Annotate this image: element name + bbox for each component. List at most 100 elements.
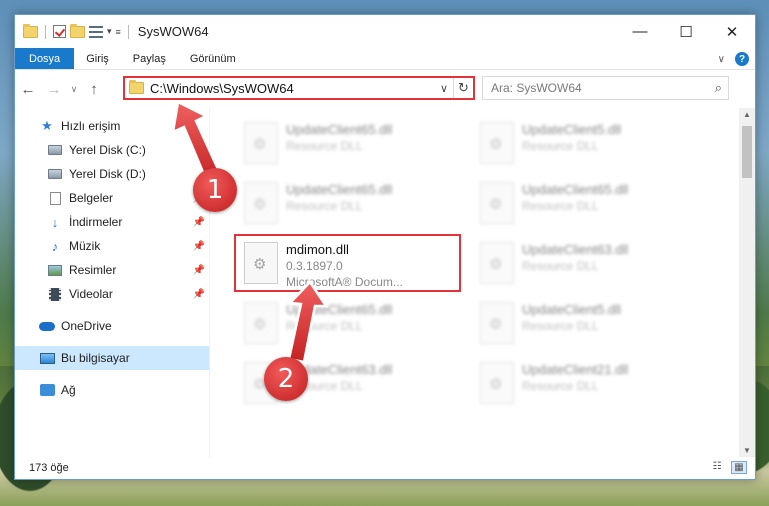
content-area: ★ Hızlı erişim Yerel Disk (C:) Yerel Dis… <box>15 108 755 457</box>
tab-paylas[interactable]: Paylaş <box>121 48 178 69</box>
sidebar-item-network[interactable]: Ağ <box>15 378 209 402</box>
customize-icon[interactable] <box>89 25 103 38</box>
expand-ribbon-icon[interactable]: ∨ <box>718 54 725 65</box>
sidebar-item-pictures[interactable]: Resimler 📌 <box>15 258 209 282</box>
dll-file-icon <box>244 182 278 224</box>
up-arrow-icon[interactable]: ↑ <box>81 81 107 98</box>
sidebar-item-quick-access[interactable]: ★ Hızlı erişim <box>15 114 209 138</box>
disk-icon <box>47 143 63 157</box>
sidebar-item-downloads[interactable]: ↓ İndirmeler 📌 <box>15 210 209 234</box>
recent-locations-icon[interactable]: ∨ <box>67 84 81 95</box>
sidebar-item-disk-d[interactable]: Yerel Disk (D:) <box>15 162 209 186</box>
sidebar-item-label: İndirmeler <box>69 215 123 229</box>
file-description: Resource DLL <box>286 319 363 333</box>
downloads-icon: ↓ <box>51 214 59 230</box>
videos-icon <box>47 287 63 301</box>
vertical-scrollbar[interactable]: ▲ ▼ <box>739 108 755 457</box>
file-description: Resource DLL <box>522 259 599 273</box>
file-name: UpdateClient65.dll <box>286 302 393 317</box>
dll-file-icon <box>480 362 514 404</box>
window-controls: — ☐ ✕ <box>617 15 755 48</box>
dll-file-icon <box>480 182 514 224</box>
file-tile[interactable]: UpdateClient5.dll Resource DLL <box>472 116 704 172</box>
sidebar-item-label: Müzik <box>69 239 101 253</box>
close-button[interactable]: ✕ <box>709 15 755 48</box>
scroll-down-icon[interactable]: ▼ <box>739 446 755 455</box>
tab-dosya[interactable]: Dosya <box>15 48 75 69</box>
dll-file-icon <box>480 122 514 164</box>
file-tile[interactable]: UpdateClient65.dll Resource DLL <box>236 176 468 232</box>
sidebar-item-music[interactable]: ♪ Müzik 📌 <box>15 234 209 258</box>
title-bar: ▾ ≡ SysWOW64 — ☐ ✕ <box>15 15 755 48</box>
address-bar[interactable]: C:\Windows\SysWOW64 ∨ ↻ <box>123 76 475 100</box>
address-path[interactable]: C:\Windows\SysWOW64 <box>150 81 435 96</box>
sidebar-item-label: Resimler <box>69 263 117 277</box>
sidebar-item-label: Bu bilgisayar <box>61 351 130 365</box>
pin-icon: 📌 <box>192 216 205 228</box>
tab-gorunum[interactable]: Görünüm <box>178 48 248 69</box>
details-view-icon[interactable]: ☷ <box>709 461 725 474</box>
file-tile[interactable]: UpdateClient65.dll Resource DLL <box>236 296 468 352</box>
refresh-icon[interactable]: ↻ <box>453 78 473 98</box>
tab-giris[interactable]: Giriş <box>74 48 121 69</box>
dll-file-icon <box>480 302 514 344</box>
file-description: Resource DLL <box>286 199 363 213</box>
this-pc-icon <box>39 351 55 365</box>
music-icon: ♪ <box>51 238 59 254</box>
forward-arrow-icon[interactable]: → <box>41 81 67 98</box>
sidebar-item-documents[interactable]: Belgeler 📌 <box>15 186 209 210</box>
quick-access-menu-icon[interactable]: ≡ <box>116 27 121 37</box>
file-tile[interactable]: UpdateClient65.dll Resource DLL <box>472 176 704 232</box>
tiles-view-icon[interactable]: ▦ <box>731 461 747 474</box>
maximize-button[interactable]: ☐ <box>663 15 709 48</box>
sidebar-item-videos[interactable]: Videolar 📌 <box>15 282 209 306</box>
chevron-down-icon[interactable]: ∨ <box>435 82 453 95</box>
ribbon-right: ∨ ? <box>718 48 749 70</box>
pin-icon: 📌 <box>192 288 205 300</box>
pin-icon: 📌 <box>192 264 205 276</box>
file-name: UpdateClient5.dll <box>522 302 622 317</box>
file-tile[interactable]: UpdateClient65.dll Resource DLL <box>236 116 468 172</box>
search-placeholder: Ara: SysWOW64 <box>491 81 582 95</box>
callout-badge-2: 2 <box>264 357 308 401</box>
chevron-down-icon[interactable]: ▾ <box>107 26 112 37</box>
file-name: UpdateClient21.dll <box>522 362 629 377</box>
explorer-window: ▾ ≡ SysWOW64 — ☐ ✕ Dosya Giriş Paylaş Gö… <box>14 14 756 480</box>
back-arrow-icon[interactable]: ← <box>15 81 41 98</box>
file-description: Resource DLL <box>522 139 599 153</box>
properties-check-icon[interactable] <box>53 25 66 38</box>
documents-icon <box>47 191 63 205</box>
file-version: 0.3.1897.0 <box>286 259 343 273</box>
scrollbar-thumb[interactable] <box>742 126 752 178</box>
new-folder-icon[interactable] <box>70 23 85 38</box>
file-tile-mdimon-dll[interactable]: mdimon.dll 0.3.1897.0 MicrosoftA® Docum.… <box>234 234 461 292</box>
file-description: Resource DLL <box>522 199 599 213</box>
file-name: UpdateClient65.dll <box>286 182 393 197</box>
sidebar-item-label: OneDrive <box>61 319 112 333</box>
dll-file-icon <box>244 122 278 164</box>
search-icon[interactable]: ⌕ <box>715 80 722 96</box>
help-icon[interactable]: ? <box>735 52 749 66</box>
sidebar-item-label: Videolar <box>69 287 113 301</box>
dll-file-icon <box>244 302 278 344</box>
file-tile[interactable]: UpdateClient63.dll Resource DLL <box>472 236 704 292</box>
file-name: mdimon.dll <box>286 242 349 257</box>
scroll-up-icon[interactable]: ▲ <box>739 110 755 119</box>
file-tile[interactable]: UpdateClient21.dll Resource DLL <box>472 356 704 412</box>
status-bar: 173 öğe ☷ ▦ <box>15 457 755 479</box>
file-tile[interactable]: UpdateClient5.dll Resource DLL <box>472 296 704 352</box>
star-icon: ★ <box>41 118 53 133</box>
file-list: UpdateClient65.dll Resource DLL UpdateCli… <box>210 108 755 457</box>
sidebar-item-disk-c[interactable]: Yerel Disk (C:) <box>15 138 209 162</box>
search-input[interactable]: Ara: SysWOW64 ⌕ <box>482 76 729 100</box>
minimize-button[interactable]: — <box>617 15 663 48</box>
divider <box>45 24 46 39</box>
sidebar-item-onedrive[interactable]: OneDrive <box>15 314 209 338</box>
callout-badge-1: 1 <box>193 168 237 212</box>
sidebar-item-label: Ağ <box>61 383 76 397</box>
dll-file-icon <box>244 242 278 284</box>
sidebar-item-this-pc[interactable]: Bu bilgisayar <box>15 346 209 370</box>
file-name: UpdateClient65.dll <box>286 122 393 137</box>
file-description: Resource DLL <box>522 319 599 333</box>
sidebar-item-label: Yerel Disk (C:) <box>69 143 146 157</box>
